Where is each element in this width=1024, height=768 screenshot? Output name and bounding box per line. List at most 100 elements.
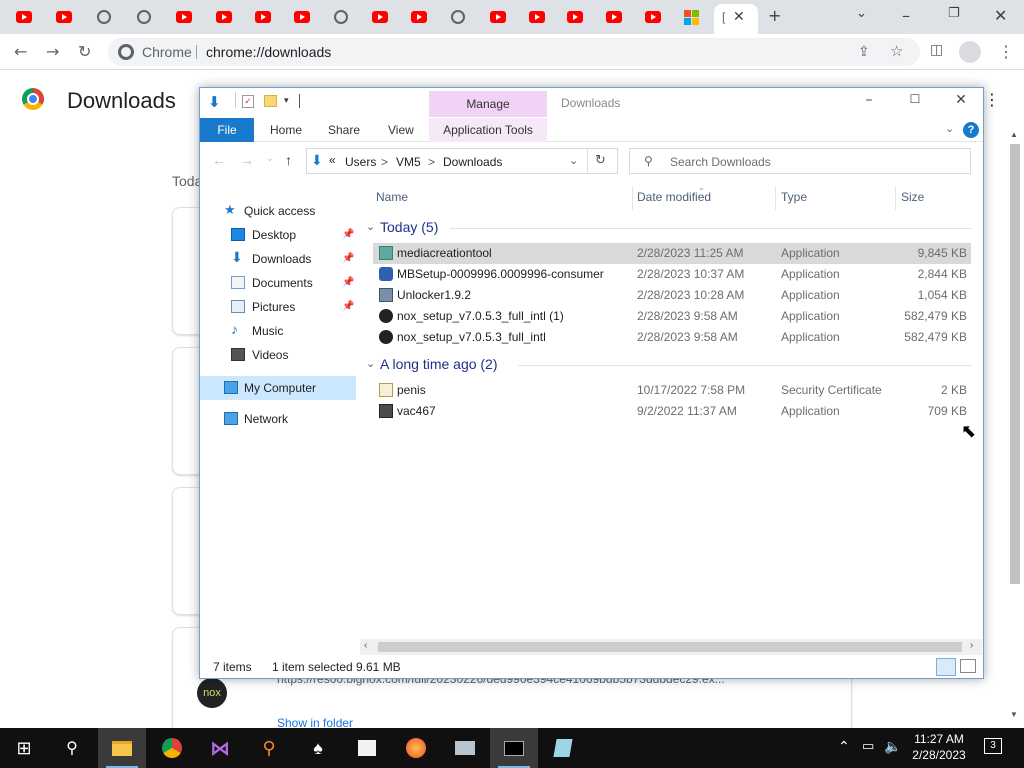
column-type[interactable]: Type — [781, 190, 807, 204]
start-button[interactable]: ⊞ — [0, 728, 48, 768]
tab-active[interactable]: [ ✕ — [714, 4, 758, 34]
tab-web[interactable] — [86, 6, 122, 28]
crumb-separator[interactable]: > — [381, 155, 388, 169]
tab-youtube[interactable] — [166, 6, 202, 28]
taskbar-app[interactable] — [539, 728, 587, 768]
explorer-minimize-button[interactable]: – — [846, 92, 892, 114]
reload-icon[interactable]: ↻ — [78, 42, 91, 61]
nav-documents[interactable]: Documents 📌 — [200, 272, 356, 294]
pin-icon[interactable]: 📌 — [342, 277, 354, 288]
page-scrollbar[interactable]: ▲ ▼ — [1008, 130, 1022, 720]
clock[interactable]: 11:27 AM 2/28/2023 — [900, 731, 978, 763]
download-arrow-icon[interactable]: ⬇ — [208, 93, 221, 111]
file-row[interactable]: penis 10/17/2022 7:58 PM Security Certif… — [373, 380, 971, 401]
explorer-close-button[interactable]: ✕ — [938, 92, 984, 114]
crumb-separator[interactable]: > — [428, 155, 435, 169]
tab-web[interactable] — [323, 6, 359, 28]
group-header-today[interactable]: ⌄ Today (5) — [366, 217, 974, 239]
tab-web[interactable] — [440, 6, 476, 28]
file-row[interactable]: nox_setup_v7.0.5.3_full_intl (1) 2/28/20… — [373, 306, 971, 327]
address-overflow[interactable]: « — [329, 153, 336, 167]
omnibox[interactable]: Chrome chrome://downloads ⇪ ☆ — [108, 38, 920, 66]
tab-youtube[interactable] — [557, 6, 593, 28]
taskbar-network-app[interactable] — [441, 728, 489, 768]
tab-close-icon[interactable]: ✕ — [733, 8, 745, 25]
crumb-users[interactable]: Users — [345, 155, 376, 169]
large-icons-view-icon[interactable] — [960, 659, 976, 673]
crumb-vm5[interactable]: VM5 — [396, 155, 421, 169]
properties-icon[interactable]: ✓ — [242, 95, 254, 108]
nav-downloads[interactable]: ⬇ Downloads 📌 — [200, 248, 356, 270]
recent-locations-icon[interactable]: ⌄ — [266, 153, 274, 164]
ribbon-share-tab[interactable]: Share — [328, 123, 360, 137]
nav-desktop[interactable]: Desktop 📌 — [200, 224, 356, 246]
search-box[interactable]: ⚲ Search Downloads — [629, 148, 971, 174]
tab-youtube[interactable] — [6, 6, 42, 28]
column-name[interactable]: Name — [376, 190, 408, 204]
file-row[interactable]: nox_setup_v7.0.5.3_full_intl 2/28/2023 9… — [373, 327, 971, 348]
restore-button[interactable]: ❐ — [948, 6, 960, 21]
bookmark-star-icon[interactable]: ☆ — [890, 42, 903, 60]
taskbar-file-explorer[interactable] — [98, 728, 146, 768]
pin-icon[interactable]: 📌 — [342, 229, 354, 240]
file-row[interactable]: vac467 9/2/2022 11:37 AM Application 709… — [373, 401, 971, 422]
tab-search-icon[interactable]: ⌄ — [856, 6, 867, 21]
address-dropdown-icon[interactable]: ⌄ — [569, 154, 578, 167]
taskbar-visual-studio[interactable]: ⋈ — [196, 728, 244, 768]
taskbar-chrome[interactable] — [148, 728, 196, 768]
share-icon[interactable]: ⇪ — [858, 43, 870, 60]
more-actions-icon[interactable]: ⋮ — [984, 90, 1000, 110]
tray-chevron-icon[interactable]: ⌃ — [838, 739, 850, 755]
nav-music[interactable]: ♪ Music — [200, 320, 356, 342]
ribbon-view-tab[interactable]: View — [388, 123, 414, 137]
ribbon-home-tab[interactable]: Home — [270, 123, 302, 137]
tab-youtube[interactable] — [401, 6, 437, 28]
tab-web[interactable] — [126, 6, 162, 28]
collapse-chevron-icon[interactable]: ⌄ — [366, 357, 375, 370]
tab-youtube[interactable] — [480, 6, 516, 28]
profile-avatar[interactable] — [959, 41, 981, 63]
ribbon-application-tools-tab[interactable]: Application Tools — [429, 118, 547, 142]
refresh-icon[interactable]: ↻ — [595, 152, 606, 168]
qat-dropdown-icon[interactable]: ▾ — [284, 95, 289, 106]
notifications-icon[interactable]: 3 — [984, 738, 1002, 754]
tab-youtube[interactable] — [362, 6, 398, 28]
file-row[interactable]: mediacreationtool 2/28/2023 11:25 AM App… — [373, 243, 971, 264]
taskbar-search-app[interactable]: ⚲ — [245, 728, 293, 768]
address-bar[interactable]: ⬇ « Users > VM5 > Downloads ⌄ ↻ — [306, 148, 618, 174]
explorer-maximize-button[interactable]: ☐ — [892, 92, 938, 114]
help-icon[interactable]: ? — [963, 122, 979, 138]
network-tray-icon[interactable]: ▭ — [862, 739, 874, 754]
pin-icon[interactable]: 📌 — [342, 253, 354, 264]
back-icon[interactable]: ← — [14, 42, 27, 61]
taskbar-store[interactable] — [343, 728, 391, 768]
tab-youtube[interactable] — [46, 6, 82, 28]
manage-tab[interactable]: Manage — [429, 91, 547, 117]
tab-microsoft[interactable] — [673, 6, 709, 28]
menu-icon[interactable]: ⋮ — [998, 42, 1014, 61]
new-tab-button[interactable]: + — [768, 6, 781, 25]
scroll-right-icon[interactable]: › — [970, 640, 973, 651]
close-button[interactable]: ✕ — [994, 6, 1007, 25]
details-view-icon[interactable] — [936, 658, 956, 676]
taskbar-firefox[interactable] — [392, 728, 440, 768]
taskbar-search-button[interactable]: ⚲ — [48, 728, 96, 768]
nav-network[interactable]: Network — [200, 408, 356, 430]
crumb-downloads[interactable]: Downloads — [443, 155, 502, 169]
new-folder-icon[interactable] — [264, 95, 277, 107]
nav-forward-icon[interactable]: → — [240, 152, 254, 168]
taskbar-solitaire[interactable]: ♠ — [294, 728, 342, 768]
nav-back-icon[interactable]: ← — [212, 152, 226, 168]
horizontal-scrollbar[interactable]: ‹ › — [360, 639, 982, 655]
tab-youtube[interactable] — [596, 6, 632, 28]
tab-youtube[interactable] — [635, 6, 671, 28]
scroll-thumb[interactable] — [378, 642, 962, 652]
nav-quick-access[interactable]: ★ Quick access — [200, 200, 356, 222]
tab-youtube[interactable] — [519, 6, 555, 28]
tab-youtube[interactable] — [245, 6, 281, 28]
nav-up-icon[interactable]: ↑ — [285, 152, 292, 168]
minimize-button[interactable]: – — [902, 6, 910, 25]
tab-youtube[interactable] — [284, 6, 320, 28]
nav-my-computer[interactable]: My Computer — [200, 376, 356, 400]
taskbar-terminal[interactable] — [490, 728, 538, 768]
